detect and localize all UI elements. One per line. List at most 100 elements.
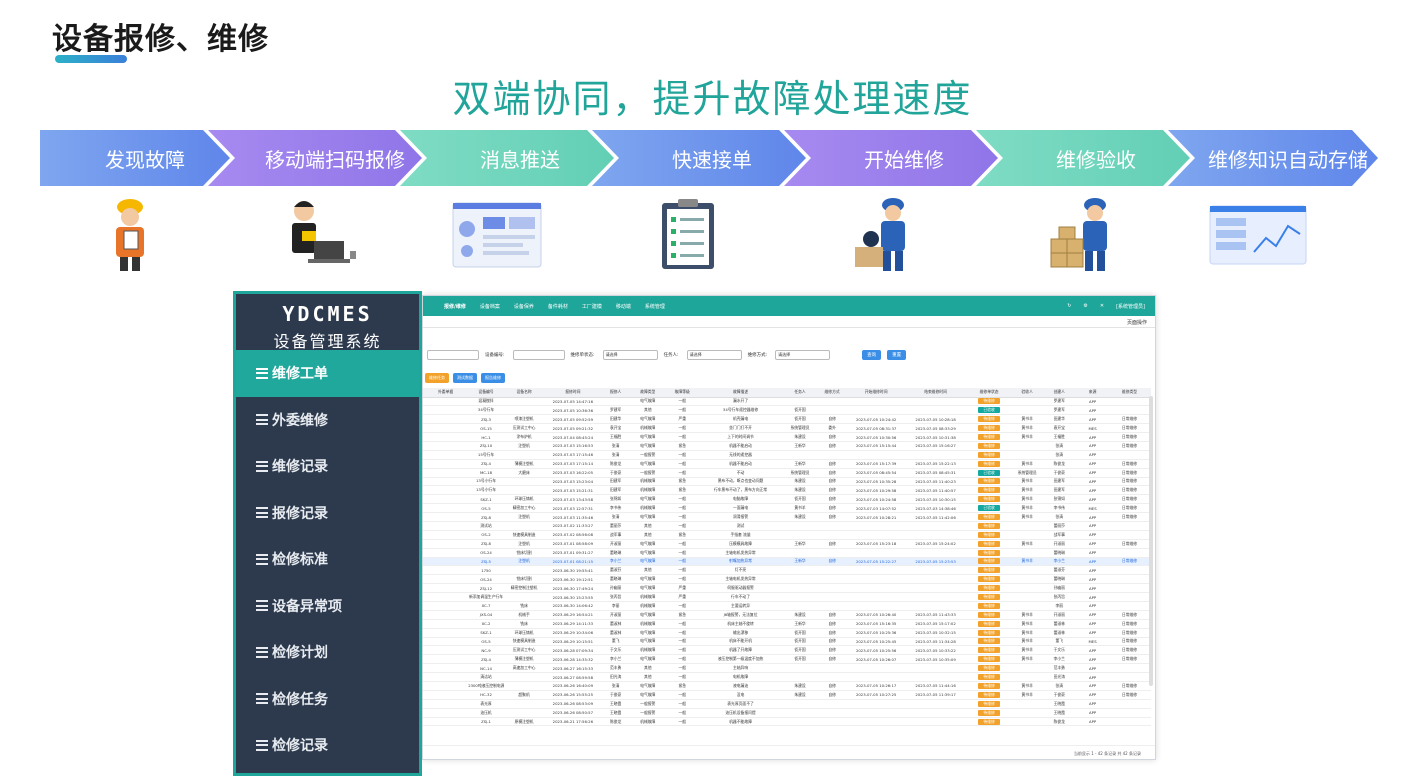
test-data-button[interactable]: 测试数据 <box>453 373 477 383</box>
table-cell: 没电 <box>698 690 783 700</box>
sidebar-item-7[interactable]: 检修计划 <box>236 629 419 676</box>
sidebar-item-9[interactable]: 检修记录 <box>236 722 419 769</box>
table-row[interactable]: OS-24 铣床切割 2023-07-01 09:31:27 蕾晓琳 电气故障 一般 主轴电… <box>423 548 1151 558</box>
sidebar-item-3[interactable]: 维修记录 <box>236 443 419 490</box>
column-header[interactable]: 故障描述 <box>698 388 783 398</box>
table-row[interactable]: 混凝搅拌 2023-07-05 14:47:16 电气故障 一般 漏水开了 待维修 罗建军 A… <box>423 397 1151 407</box>
repair-method-select[interactable]: 请选择 <box>775 350 831 360</box>
refresh-icon[interactable]: ↻ <box>1067 303 1071 310</box>
table-row[interactable]: OS-24 铣床切割 2023-06-30 19:12:51 蕾晓琳 电气故障 一般 主轴电… <box>423 574 1151 585</box>
table-cell: 一般 <box>665 432 699 442</box>
table-body: 混凝搅拌 2023-07-05 14:47:16 电气故障 一般 漏水开了 待维修 罗建军 A… <box>423 397 1151 727</box>
table-row[interactable]: 新添加调温生产行车 2023-06-30 15:23:55 张丙旨 机械故障 严重 行车不… <box>423 592 1151 602</box>
column-header[interactable]: 报修时间 <box>544 388 602 398</box>
column-header[interactable]: 故障类型 <box>629 388 666 398</box>
table-row[interactable]: NC-14 高速加工中心 2023-06-27 16:15:33 范丰勇 其他 一般 主轴异… <box>423 663 1151 674</box>
table-row[interactable]: ZSJ-8 注塑机 2023-07-03 11:35:46 张清 电气故障 一般 润滑报警朱… <box>423 512 1151 522</box>
reset-button[interactable]: 重置 <box>887 350 907 360</box>
table-row[interactable]: ZSJ-3 喷漆注塑机 2023-07-05 09:52:59 田建华 电气故障 严重 机壳… <box>423 414 1151 425</box>
column-header[interactable]: 来源 <box>1077 388 1109 398</box>
column-header[interactable]: 结束维修时间 <box>905 388 966 398</box>
column-header[interactable]: 维修类型 <box>1108 388 1151 398</box>
query-button[interactable]: 查询 <box>862 350 882 360</box>
repair-status-select[interactable]: 请选择 <box>602 350 658 360</box>
sidebar-item-4[interactable]: 报修记录 <box>236 490 419 537</box>
table-row[interactable]: ZSJ-5 注塑机 2023-07-01 08:21:15 李小兰 电气故障 一般 射嘴加热… <box>423 557 1151 567</box>
table-row[interactable]: 测试站 2023-07-02 11:33:27 蕾丽莎 其他 一般 测试 待维修 蕾丽莎 APP <box>423 521 1151 531</box>
device-code-input[interactable] <box>512 350 565 360</box>
table-row[interactable]: SKZ-1 环球压铸机 2023-07-03 13:43:58 张锦如 电气故障 一般 电脑… <box>423 494 1151 505</box>
table-row[interactable]: ZSJ-10 注塑机 2023-07-03 15:16:53 张清 电气故障 紧急 机器不能… <box>423 441 1151 451</box>
column-header[interactable]: 报修人 <box>601 388 630 398</box>
table-row[interactable]: OS-2 快速模具制造 2023-07-02 08:56:08 战军事 其他 紧急 手指套 … <box>423 530 1151 540</box>
table-row[interactable]: 1750 2023-06-30 19:55:41 蕾淑芬 其他 一般 灯不亮 待维修 蕾淑芬 A… <box>423 565 1151 576</box>
page-ops-button[interactable]: 页面操作 <box>1127 320 1147 326</box>
table-row[interactable]: 15号行车 2023-07-03 17:15:46 张清 一般报警 一般 无线的遥控器 待维… <box>423 450 1151 460</box>
nav-maintenance[interactable]: 设备保养 <box>507 303 541 310</box>
list-icon <box>256 507 268 519</box>
column-header[interactable]: 外委单据 <box>423 388 469 398</box>
table-cell: 2023-07-05 09:21:32 <box>544 423 602 434</box>
table-row[interactable]: NC-9 压测试工中心 2023-06-28 07:09:34 于文乐 机械故障 一般 机器… <box>423 645 1151 656</box>
sidebar-item-1[interactable]: 维修工单 <box>236 350 419 397</box>
nav-repair[interactable]: 报修/维修 <box>437 303 473 310</box>
nav-factory[interactable]: 工厂建模 <box>575 303 609 310</box>
table-header: 外委单据 设备编号 设备名称 报修时间 报修人 故障类型 故障等级 故障描述 任务人 维修方式 开始… <box>423 388 1151 398</box>
filter-input-1[interactable] <box>427 350 479 360</box>
sidebar-item-2[interactable]: 外委维修 <box>236 397 419 444</box>
table-cell: 一般 <box>665 690 699 700</box>
sidebar-item-8[interactable]: 检修任务 <box>236 676 419 723</box>
table-row[interactable]: OS-5 精密加工中心 2023-07-03 12:57:31 李书伟 机械故障 一般 一面… <box>423 503 1151 514</box>
column-header[interactable]: 验收人 <box>1012 388 1042 398</box>
column-header[interactable]: 创建人 <box>1041 388 1078 398</box>
settings-icon[interactable]: ⚙ <box>1083 303 1087 310</box>
step-6: 维修验收 <box>1056 147 1136 172</box>
table-row[interactable]: 油压机 2023-06-26 08:50:57 王晓霞 一般报警 一般 油压机设备报问提待… <box>423 708 1151 718</box>
sidebar-item-6[interactable]: 设备异常项 <box>236 583 419 630</box>
table-row[interactable]: ZSJ-8 注塑机 2023-07-01 08:58:09 开淑丽 电气故障 一般 压模模具… <box>423 539 1151 549</box>
table-row[interactable]: 2300吨液压控制电源 2023-06-26 16:40:09 张清 电气故障 紧急 液电… <box>423 681 1151 691</box>
column-header[interactable]: 维修单状态 <box>965 388 1013 398</box>
table-row[interactable]: HC-1 涂布炉机 2023-07-04 08:45:24 王福胜 电气故障 一般 上下的时… <box>423 432 1151 442</box>
table-cell: 2023-07-03 15:23:04 <box>544 477 602 487</box>
table-row[interactable]: XC-2 铣床 2023-06-29 14:11:33 蕾淑林 机械故障 一般 机床主轴不旋… <box>423 619 1151 629</box>
assignee-select[interactable]: 请选择 <box>686 350 742 360</box>
table-row[interactable]: 34号行车 2023-07-05 10:36:36 罗建军 其他 一般 34号行车遥控器维… <box>423 405 1151 416</box>
table-cell: 蕾淑芬 <box>1041 565 1078 576</box>
column-header[interactable]: 任务人 <box>782 388 818 398</box>
table-row[interactable]: 13号小行车 2023-07-03 15:23:04 田建军 机械故障 紧急 黑布不动，断… <box>423 477 1151 487</box>
sidebar-item-5[interactable]: 检修标准 <box>236 536 419 583</box>
nav-system[interactable]: 系统管理 <box>638 303 672 310</box>
table-row[interactable]: ZSJ-12 精密控制注塑机 2023-06-30 17:49:24 孙幽丽 电气故障严… <box>423 583 1151 594</box>
table-row[interactable]: SKZ-1 环球压铸机 2023-06-29 10:34:06 蕾淑林 电气故障 一般 输出… <box>423 628 1151 638</box>
report-repair-button[interactable]: 报告维修 <box>481 373 505 383</box>
column-header[interactable]: 开始维修时间 <box>846 388 906 398</box>
nav-spare-parts[interactable]: 备件耗材 <box>541 303 575 310</box>
nav-mobile[interactable]: 移动端 <box>609 303 638 310</box>
table-row[interactable]: MC-18 大磨床 2023-07-03 16:22:05 于俊豪 一般报警 一般 不动 系统… <box>423 468 1151 478</box>
table-cell: 2023-07-05 10:25:36 <box>846 628 906 638</box>
user-menu[interactable]: [系统管理员] <box>1116 303 1145 310</box>
table-cell: 铣床 <box>503 601 545 611</box>
nav-archive[interactable]: 设备档案 <box>473 303 507 310</box>
table-row[interactable]: 13号小行车 2023-07-03 15:21:31 田建军 机械故障 紧急 行车黑布不动… <box>423 485 1151 496</box>
table-row[interactable]: ZSJ-4 薄模注塑机 2023-06-28 14:35:32 李小兰 电气故障 一般 液压… <box>423 654 1151 665</box>
column-header[interactable]: 设备编号 <box>468 388 504 398</box>
vertical-scrollbar[interactable] <box>1149 396 1153 686</box>
table-row[interactable]: 清洁站 2023-06-27 08:59:58 田光涛 其他 一般 电机故障 待维修 田光涛 A… <box>423 672 1151 682</box>
table-row[interactable]: HC-32 超聚机 2023-06-26 15:55:25 于俊豪 电气故障 一般 没电 朱建… <box>423 690 1151 700</box>
repair-task-button[interactable]: 维修任务 <box>425 373 449 383</box>
table-cell: APP <box>1077 539 1109 549</box>
table-row[interactable]: ZSJ-4 薄模注塑机 2023-07-03 17:15:14 陈俊龙 电气故障 一般 机器… <box>423 459 1151 469</box>
table-row[interactable]: XC-7 铣床 2023-06-30 14:06:42 李丽 机械故障 一般 主要运转异 待维… <box>423 601 1151 611</box>
column-header[interactable]: 设备名称 <box>503 388 545 398</box>
table-row[interactable]: ZSJ-1 原模注塑机 2023-06-21 17:56:26 陈俊龙 机械故障 一般 机器… <box>423 717 1151 727</box>
table-cell <box>423 672 469 682</box>
table-row[interactable]: OS-15 压测试工中心 2023-07-05 09:21:32 袁开宝 机械故障 一般坐… <box>423 423 1151 434</box>
fullscreen-icon[interactable]: ✕ <box>1100 303 1104 310</box>
column-header[interactable]: 故障等级 <box>665 388 699 398</box>
table-row[interactable]: OS-5 快速模具制造 2023-06-29 10:15:51 董飞 电气故障 一般 机床不… <box>423 637 1151 647</box>
table-row[interactable]: 表光厚 2023-06-26 08:53:09 王晓霞 一般报警 一般 表光厚页面不了 待维… <box>423 699 1151 709</box>
column-header[interactable]: 维修方式 <box>817 388 847 398</box>
table-row[interactable]: JXS-04 机械手 2023-06-29 16:54:21 开淑丽 电气故障 紧急 J6轴… <box>423 610 1151 620</box>
